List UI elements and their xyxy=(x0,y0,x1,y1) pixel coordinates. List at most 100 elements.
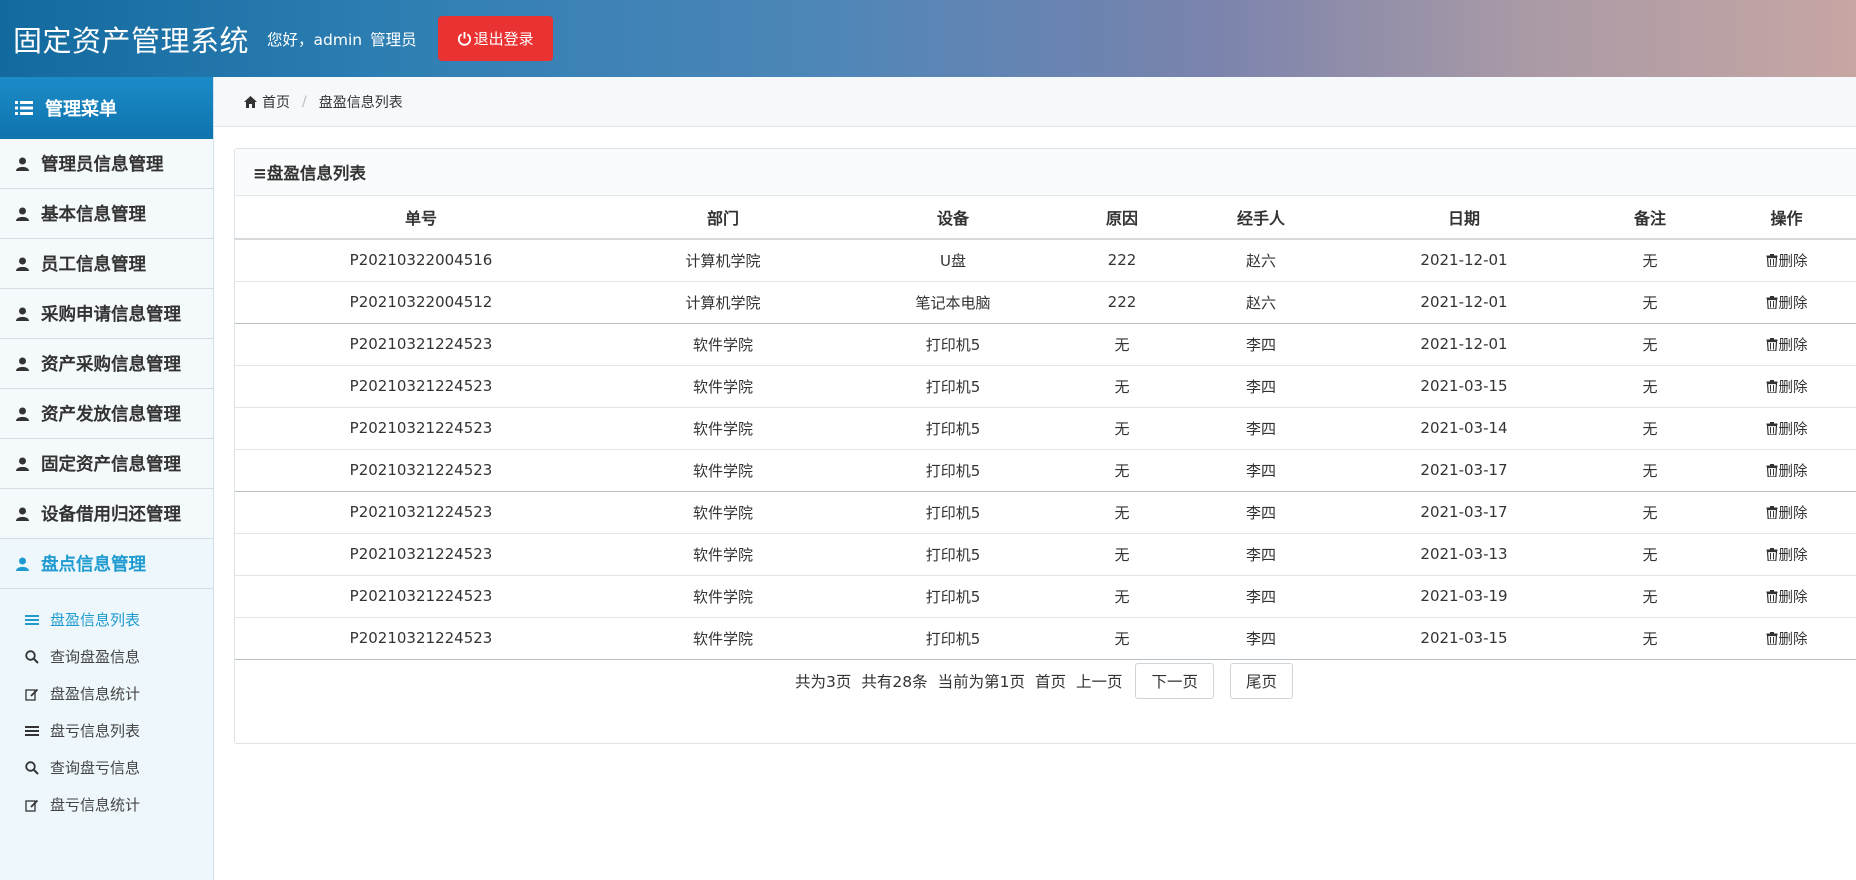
column-header: 部门 xyxy=(607,196,839,240)
user-icon xyxy=(16,307,29,321)
sidebar-item-equipment-borrow[interactable]: 设备借用归还管理 xyxy=(0,489,213,539)
table-row: P20210322004512 计算机学院 笔记本电脑 222 赵六 2021-12-01… xyxy=(235,281,1856,324)
submenu-surplus-list[interactable]: 盘盈信息列表 xyxy=(0,601,213,638)
sidebar-item-asset-purchase[interactable]: 资产采购信息管理 xyxy=(0,339,213,389)
table-cell: 李四 xyxy=(1177,365,1345,408)
table-cell: 无 xyxy=(1067,323,1177,366)
sidebar-item-fixed-asset[interactable]: 固定资产信息管理 xyxy=(0,439,213,489)
table-cell: 无 xyxy=(1583,323,1717,366)
logout-button[interactable]: 退出登录 xyxy=(437,16,553,61)
submenu-deficit-stats[interactable]: 盘亏信息统计 xyxy=(0,786,213,823)
submenu-deficit-search[interactable]: 查询盘亏信息 xyxy=(0,749,213,786)
user-icon xyxy=(16,407,29,421)
table-cell: 打印机5 xyxy=(839,575,1067,618)
table-cell: 2021-12-01 xyxy=(1345,239,1583,282)
pagination: 共为3页 共有28条 当前为第1页 首页 上一页 下一页 尾页 xyxy=(235,661,1856,701)
table-row: P20210321224523 软件学院 打印机5 无李四 2021-03-15 无删除 xyxy=(235,617,1856,660)
delete-label: 删除 xyxy=(1778,589,1808,606)
trash-icon xyxy=(1766,295,1777,309)
table-cell: 2021-03-19 xyxy=(1345,575,1583,618)
table-cell: 软件学院 xyxy=(607,323,839,366)
action-cell: 删除 xyxy=(1717,239,1856,282)
table-cell: P20210321224523 xyxy=(235,533,607,576)
table-cell: 无 xyxy=(1067,491,1177,534)
delete-label: 删除 xyxy=(1778,631,1808,648)
table-cell: 软件学院 xyxy=(607,365,839,408)
column-header: 设备 xyxy=(839,196,1067,240)
table-cell: 打印机5 xyxy=(839,533,1067,576)
delete-link[interactable]: 删除 xyxy=(1766,292,1808,313)
delete-link[interactable]: 删除 xyxy=(1766,586,1808,607)
table-cell: 李四 xyxy=(1177,617,1345,660)
table-cell: P20210322004516 xyxy=(235,239,607,282)
pager-next-button[interactable]: 下一页 xyxy=(1135,663,1214,699)
submenu-label: 盘盈信息统计 xyxy=(50,685,141,703)
sidebar-item-basic-info[interactable]: 基本信息管理 xyxy=(0,189,213,239)
action-cell: 删除 xyxy=(1717,407,1856,450)
table-cell: 李四 xyxy=(1177,575,1345,618)
sidebar-item-inventory[interactable]: 盘点信息管理 xyxy=(0,539,213,589)
table-cell: 无 xyxy=(1067,533,1177,576)
table-cell: 软件学院 xyxy=(607,617,839,660)
delete-link[interactable]: 删除 xyxy=(1766,502,1808,523)
delete-link[interactable]: 删除 xyxy=(1766,334,1808,355)
table-header-row: 单号 部门 设备 原因 经手人 日期 备注 操作 xyxy=(235,196,1856,240)
sidebar-item-asset-distribution[interactable]: 资产发放信息管理 xyxy=(0,389,213,439)
table-cell: P20210321224523 xyxy=(235,617,607,660)
sidebar-item-purchase-request[interactable]: 采购申请信息管理 xyxy=(0,289,213,339)
sidebar-item-admin[interactable]: 管理员信息管理 xyxy=(0,139,213,189)
submenu-deficit-list[interactable]: 盘亏信息列表 xyxy=(0,712,213,749)
delete-link[interactable]: 删除 xyxy=(1766,544,1808,565)
menu-header: 管理菜单 xyxy=(0,77,213,139)
delete-label: 删除 xyxy=(1778,463,1808,480)
table-cell: 软件学院 xyxy=(607,575,839,618)
breadcrumb-current: 盘盈信息列表 xyxy=(318,94,403,111)
delete-label: 删除 xyxy=(1778,337,1808,354)
submenu-surplus-search[interactable]: 查询盘盈信息 xyxy=(0,638,213,675)
action-cell: 删除 xyxy=(1717,449,1856,492)
sidebar-item-employee[interactable]: 员工信息管理 xyxy=(0,239,213,289)
breadcrumb-home[interactable]: 首页 xyxy=(262,92,290,112)
power-icon xyxy=(457,31,471,46)
delete-link[interactable]: 删除 xyxy=(1766,418,1808,439)
delete-link[interactable]: 删除 xyxy=(1766,250,1808,271)
pager-last-button[interactable]: 尾页 xyxy=(1230,663,1294,699)
pager-prev-link[interactable]: 上一页 xyxy=(1076,670,1123,692)
greeting: 您好，admin 管理员 xyxy=(267,28,417,50)
surplus-list-panel: ≡盘盈信息列表 单号 部门 设备 原因 经手人 日期 备注 操作 P202103… xyxy=(234,148,1856,744)
table-cell: P20210321224523 xyxy=(235,491,607,534)
sidebar-item-label: 设备借用归还管理 xyxy=(41,505,181,525)
table-cell: 打印机5 xyxy=(839,365,1067,408)
delete-link[interactable]: 删除 xyxy=(1766,376,1808,397)
table-row: P20210321224523 软件学院 打印机5 无李四 2021-03-14 无删除 xyxy=(235,407,1856,450)
table-cell: 2021-12-01 xyxy=(1345,281,1583,324)
table-cell: 打印机5 xyxy=(839,323,1067,366)
list-icon xyxy=(25,725,39,736)
sidebar-item-label: 采购申请信息管理 xyxy=(41,305,181,325)
submenu-surplus-stats[interactable]: 盘盈信息统计 xyxy=(0,675,213,712)
table-cell: 打印机5 xyxy=(839,449,1067,492)
search-icon xyxy=(25,649,39,664)
column-header: 操作 xyxy=(1717,196,1856,240)
sidebar: 管理菜单 管理员信息管理 基本信息管理 员工信息管理 采购申请信息管理 资产采购… xyxy=(0,77,214,880)
table-cell: 李四 xyxy=(1177,491,1345,534)
user-icon xyxy=(16,507,29,521)
table-cell: 软件学院 xyxy=(607,449,839,492)
delete-label: 删除 xyxy=(1778,547,1808,564)
delete-link[interactable]: 删除 xyxy=(1766,460,1808,481)
table-cell: 无 xyxy=(1067,617,1177,660)
delete-label: 删除 xyxy=(1778,295,1808,312)
trash-icon xyxy=(1766,505,1777,519)
pager-first-link[interactable]: 首页 xyxy=(1035,670,1066,692)
trash-icon xyxy=(1766,463,1777,477)
table-row: P20210321224523 软件学院 打印机5 无李四 2021-03-15 无删除 xyxy=(235,365,1856,408)
table-cell: 无 xyxy=(1583,281,1717,324)
list-icon xyxy=(15,101,33,115)
edit-icon xyxy=(25,688,39,701)
table-cell: P20210321224523 xyxy=(235,449,607,492)
list-icon xyxy=(25,614,39,625)
table-cell: 李四 xyxy=(1177,407,1345,450)
trash-icon xyxy=(1766,379,1777,393)
delete-link[interactable]: 删除 xyxy=(1766,628,1808,649)
table-cell: 计算机学院 xyxy=(607,281,839,324)
